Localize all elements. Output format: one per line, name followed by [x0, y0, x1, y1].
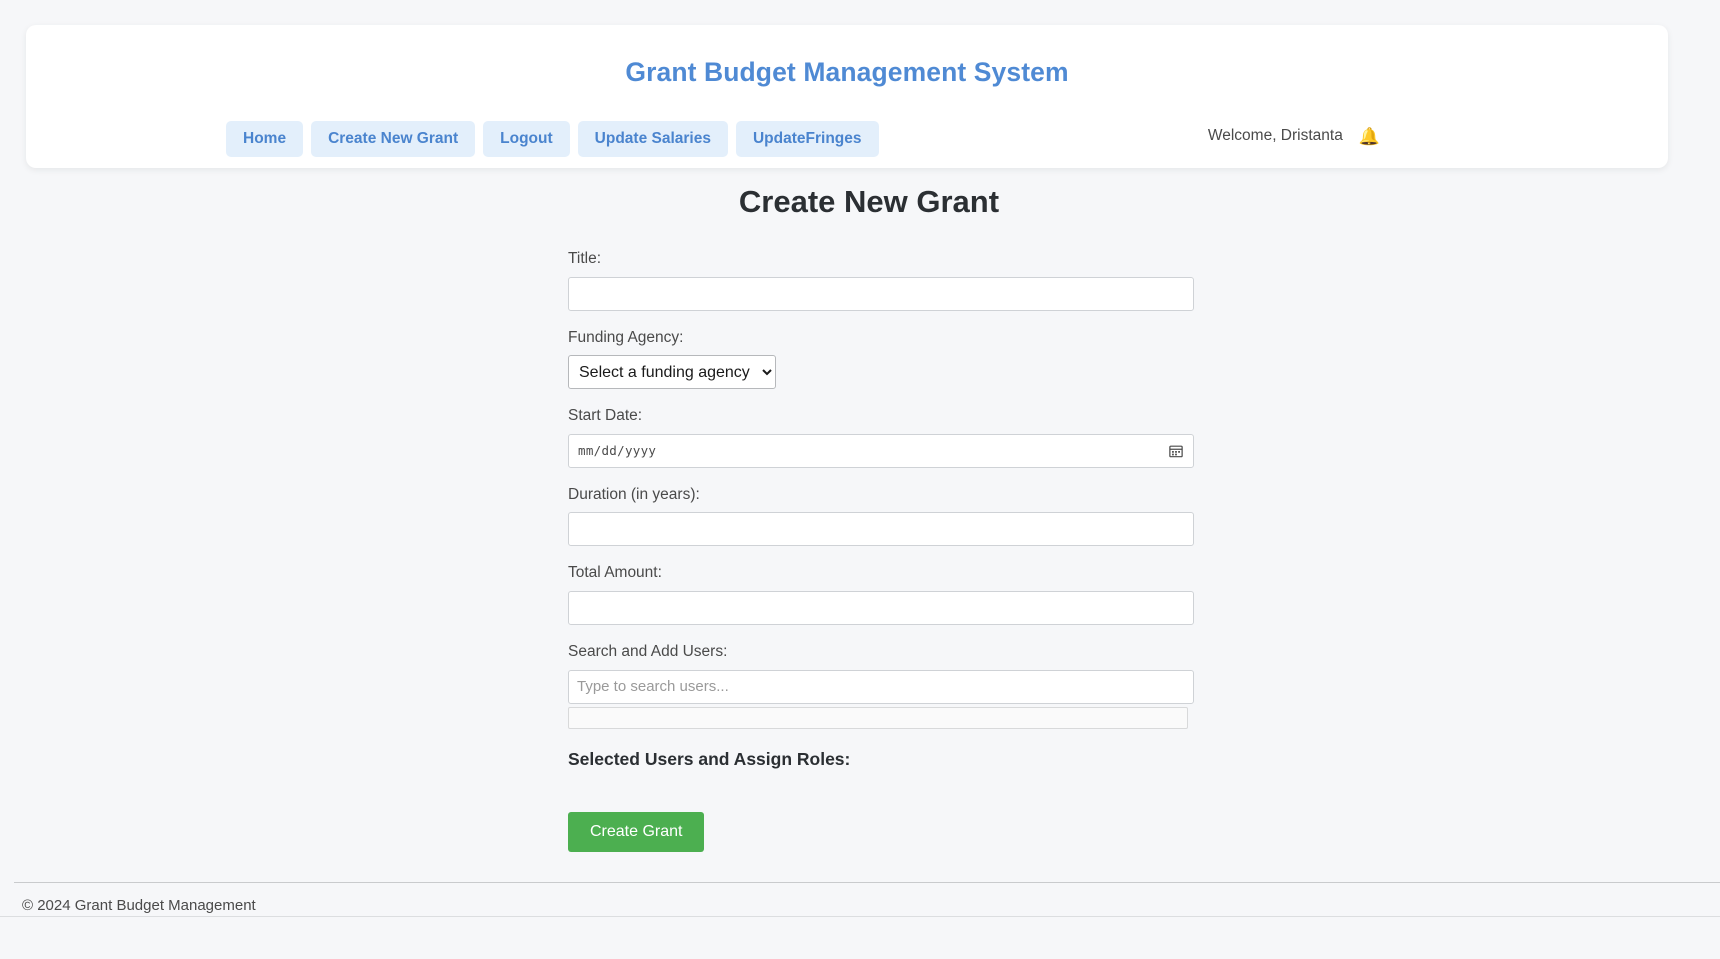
- duration-input[interactable]: [568, 512, 1194, 547]
- duration-label: Duration (in years):: [568, 485, 700, 503]
- welcome-message: Welcome, Dristanta: [1207, 127, 1343, 144]
- selected-users-heading: Selected Users and Assign Roles:: [568, 748, 851, 769]
- field-total-amount: Total Amount:: [568, 564, 1194, 625]
- navigation-bar: Home Create New Grant Logout Update Sala…: [26, 121, 1668, 163]
- search-results-list[interactable]: [568, 706, 1188, 729]
- footer-divider-bottom: [0, 916, 1720, 917]
- calendar-icon[interactable]: [1169, 444, 1183, 458]
- field-title: Title:: [568, 250, 1194, 311]
- field-start-date: Start Date: mm/dd/yyyy: [568, 407, 1194, 468]
- start-date-placeholder: mm/dd/yyyy: [578, 443, 657, 459]
- page-title-text: Create New Grant: [738, 184, 1000, 219]
- nav-links: Home Create New Grant Logout Update Sala…: [226, 121, 879, 157]
- funding-agency-select[interactable]: Select a funding agency: [568, 355, 776, 390]
- search-users-input[interactable]: [568, 669, 1194, 704]
- field-funding-agency: Funding Agency: Select a funding agency: [568, 329, 1194, 390]
- start-date-input[interactable]: mm/dd/yyyy: [568, 433, 1194, 468]
- title-input[interactable]: [568, 276, 1194, 311]
- total-amount-input[interactable]: [568, 590, 1194, 625]
- create-grant-form: Title: Funding Agency: Select a funding …: [568, 250, 1194, 852]
- nav-update-fringes-button[interactable]: UpdateFringes: [735, 121, 879, 157]
- bell-icon[interactable]: 🔔: [1359, 128, 1380, 145]
- nav-logout-button[interactable]: Logout: [483, 121, 570, 157]
- header-card: Grant Budget Management System Home Crea…: [26, 25, 1668, 168]
- title-label: Title:: [568, 250, 602, 267]
- field-search-users: Search and Add Users:: [568, 643, 1194, 729]
- field-duration: Duration (in years):: [568, 486, 1194, 547]
- search-users-label: Search and Add Users:: [568, 642, 728, 660]
- start-date-label: Start Date:: [568, 407, 643, 425]
- app-title: Grant Budget Management System: [625, 57, 1069, 87]
- nav-update-salaries-button[interactable]: Update Salaries: [577, 121, 728, 157]
- create-grant-button[interactable]: Create Grant: [568, 811, 705, 852]
- nav-home-button[interactable]: Home: [226, 121, 304, 157]
- nav-create-new-grant-button[interactable]: Create New Grant: [311, 121, 476, 157]
- user-welcome-area: Welcome, Dristanta 🔔: [1208, 127, 1380, 145]
- total-amount-label: Total Amount:: [568, 564, 662, 582]
- footer-copyright: © 2024 Grant Budget Management: [22, 897, 256, 914]
- page-title: Create New Grant: [0, 184, 1720, 220]
- footer-divider-top: [14, 882, 1720, 883]
- funding-agency-label: Funding Agency:: [568, 328, 684, 346]
